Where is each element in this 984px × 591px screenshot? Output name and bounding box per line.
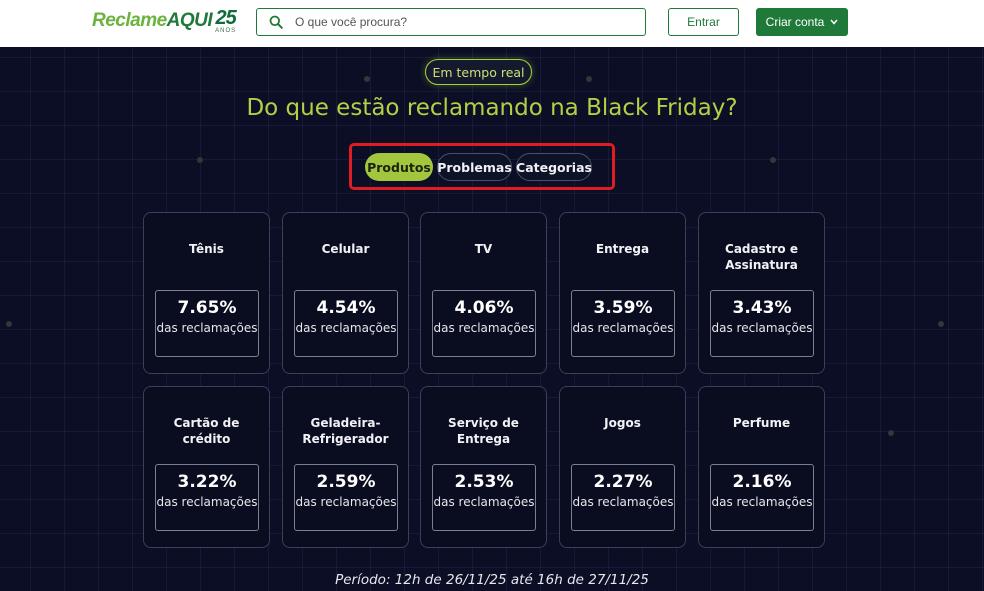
black-friday-hero: Em tempo real Do que estão reclamando na… [0,47,984,591]
card-caption: das reclamações [572,495,674,509]
search-input[interactable] [295,10,645,34]
card-stat: 2.59% das reclamações [294,464,398,531]
card-stat: 2.53% das reclamações [432,464,536,531]
search-icon[interactable] [257,9,295,35]
complaint-card[interactable]: Jogos 2.27% das reclamações [559,386,686,548]
card-percent: 4.54% [316,298,376,318]
site-header: ReclameAQUI 25 ANOS Entrar Criar conta [0,0,984,47]
complaint-card[interactable]: Cadastro e Assinatura 3.43% das reclamaç… [698,212,825,374]
card-caption: das reclamações [711,495,813,509]
card-percent: 4.06% [454,298,514,318]
card-stat: 2.27% das reclamações [571,464,675,531]
realtime-badge: Em tempo real [425,59,532,85]
card-percent: 3.22% [177,472,237,492]
decorative-dot [770,157,776,163]
page-title: Do que estão reclamando na Black Friday? [246,95,738,121]
card-percent: 2.53% [454,472,514,492]
tab-categorias[interactable]: Categorias [516,153,592,181]
complaint-card[interactable]: Serviço de Entrega 2.53% das reclamações [420,386,547,548]
decorative-dot [6,321,12,327]
card-title: TV [474,242,493,256]
complaint-card[interactable]: Celular 4.54% das reclamações [282,212,409,374]
card-title: Geladeira-Refrigerador [302,416,389,446]
card-percent: 3.43% [732,298,792,318]
card-caption: das reclamações [711,321,813,335]
card-stat: 4.54% das reclamações [294,290,398,357]
card-stat: 3.59% das reclamações [571,290,675,357]
logo-wordmark: ReclameAQUI [92,9,213,33]
card-stat: 7.65% das reclamações [155,290,259,357]
complaint-card[interactable]: Tênis 7.65% das reclamações [143,212,270,374]
signup-button[interactable]: Criar conta [756,8,848,36]
card-percent: 2.27% [593,472,653,492]
card-stat: 3.22% das reclamações [155,464,259,531]
card-caption: das reclamações [156,321,258,335]
card-title: Celular [321,242,370,256]
card-percent: 2.16% [732,472,792,492]
complaint-card[interactable]: Perfume 2.16% das reclamações [698,386,825,548]
card-caption: das reclamações [433,495,535,509]
decorative-dot [888,430,894,436]
card-title: Tênis [189,242,224,256]
search-bar[interactable] [256,8,646,36]
decorative-dot [586,76,592,82]
card-caption: das reclamações [433,321,535,335]
decorative-dot [197,157,203,163]
card-caption: das reclamações [295,321,397,335]
card-title: Cadastro e Assinatura [725,242,798,272]
card-percent: 2.59% [316,472,376,492]
complaint-card[interactable]: Cartão de crédito 3.22% das reclamações [143,386,270,548]
card-title: Cartão de crédito [173,416,240,446]
card-percent: 7.65% [177,298,237,318]
logo-aqui: AQUI [166,10,213,31]
card-caption: das reclamações [156,495,258,509]
card-caption: das reclamações [295,495,397,509]
login-button[interactable]: Entrar [668,8,739,36]
anniversary-number: 25 [215,7,237,29]
card-title: Entrega [595,242,650,256]
card-stat: 3.43% das reclamações [710,290,814,357]
complaint-card[interactable]: Entrega 3.59% das reclamações [559,212,686,374]
complaint-card[interactable]: TV 4.06% das reclamações [420,212,547,374]
card-stat: 4.06% das reclamações [432,290,536,357]
card-percent: 3.59% [593,298,653,318]
complaint-card[interactable]: Geladeira-Refrigerador 2.59% das reclama… [282,386,409,548]
anniversary-badge: 25 ANOS [215,7,237,35]
card-title: Serviço de Entrega [448,416,519,446]
period-text: Período: 12h de 26/11/25 até 16h de 27/1… [335,572,649,588]
card-stat: 2.16% das reclamações [710,464,814,531]
tab-problemas[interactable]: Problemas [437,153,512,181]
chevron-down-icon [830,18,838,27]
reclameaqui-logo[interactable]: ReclameAQUI 25 ANOS [92,7,237,37]
decorative-dot [364,76,370,82]
tab-produtos[interactable]: Produtos [365,153,433,181]
card-title: Jogos [604,416,641,430]
anniversary-anos: ANOS [215,28,237,34]
signup-label: Criar conta [765,15,825,29]
card-title: Perfume [732,416,791,430]
card-caption: das reclamações [572,321,674,335]
decorative-dot [938,321,944,327]
logo-reclame: Reclame [92,10,167,31]
